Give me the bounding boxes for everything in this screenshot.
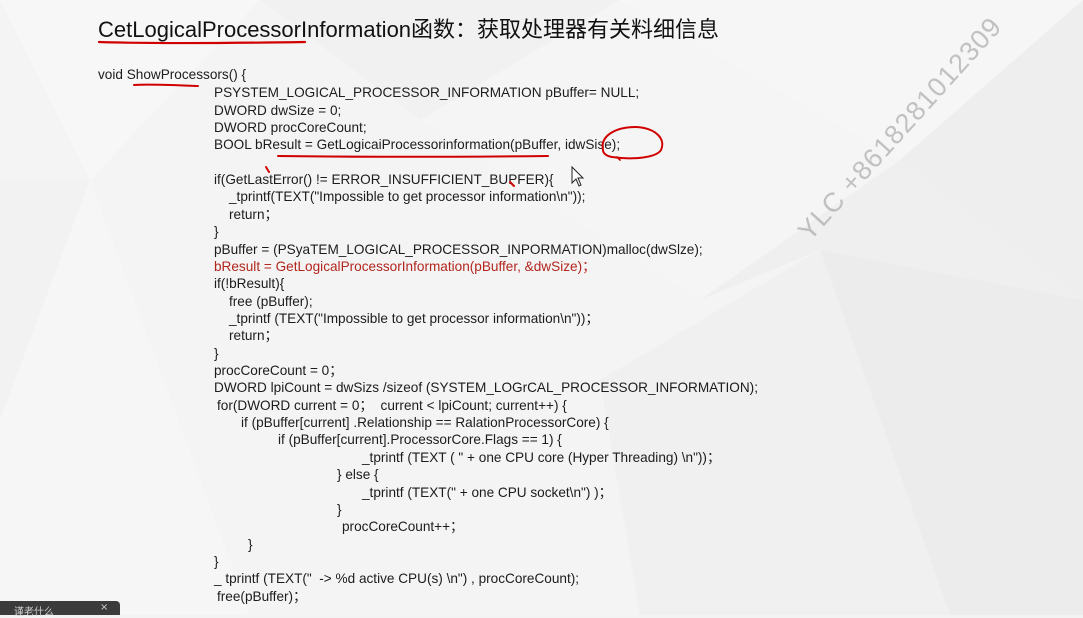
code-line: } <box>248 537 253 552</box>
code-line: procCoreCount++； <box>342 519 464 534</box>
close-icon[interactable]: × <box>100 602 108 613</box>
code-line: DWORD lpiCount = dwSizs /sizeof (SYSTEM_… <box>214 380 758 395</box>
title-description: 函数：获取处理器有关料细信息 <box>411 17 720 42</box>
code-line: if (pBuffer[current].ProcessorCore.Flags… <box>278 432 562 447</box>
code-line: _ tprintf (TEXT(" -> %d active CPU(s) \n… <box>214 571 580 586</box>
player-bottom-bar[interactable]: 谨老什么 × <box>0 601 120 618</box>
code-line: if (pBuffer[current] .Relationship == Ra… <box>241 415 609 430</box>
code-line: void ShowProcessors() { <box>98 67 247 82</box>
code-line: procCoreCount = 0； <box>214 363 343 378</box>
code-line: free(pBuffer)； <box>217 589 307 604</box>
code-line: } <box>214 554 219 569</box>
code-line: DWORD dwSize = 0; <box>214 103 342 118</box>
code-line: } <box>337 502 342 517</box>
code-line: for(DWORD current = 0； current < lpiCoun… <box>217 398 567 413</box>
code-line: pBuffer = (PSyaTEM_LOGICAL_PROCESSOR_INP… <box>214 242 703 257</box>
code-line-highlighted: bResult = GetLogicalProcessorInformation… <box>214 259 596 274</box>
title-function-name: CetLogicalProcessorInformation <box>98 17 412 42</box>
slide-title: CetLogicalProcessorInformation函数：获取处理器有关… <box>98 12 719 44</box>
code-line: return； <box>229 207 279 222</box>
code-line: if(!bResult){ <box>214 276 285 291</box>
code-line: _tprintf (TEXT ( " + one CPU core (Hyper… <box>362 450 721 465</box>
code-line: } <box>214 346 219 361</box>
code-line: } <box>214 224 219 239</box>
code-line: return； <box>229 328 279 343</box>
player-bottom-label: 谨老什么 <box>14 607 54 618</box>
code-line: _tprintf (TEXT("Impossible to get proces… <box>229 311 600 326</box>
code-line: if(GetLastError() != ERROR_INSUFFICIENT_… <box>214 172 554 187</box>
code-line: free (pBuffer); <box>229 294 313 309</box>
code-line: _tprintf(TEXT("Impossible to get process… <box>229 189 586 204</box>
code-line: PSYSTEM_LOGICAL_PROCESSOR_INFORMATION pB… <box>214 85 640 100</box>
code-line: DWORD procCoreCount; <box>214 120 367 135</box>
code-line: _tprintf (TEXT(" + one CPU socket\n") )； <box>362 485 613 500</box>
code-line: } else { <box>337 467 379 482</box>
code-line: BOOL bResult = GetLogicaiProcessorinform… <box>214 137 621 152</box>
